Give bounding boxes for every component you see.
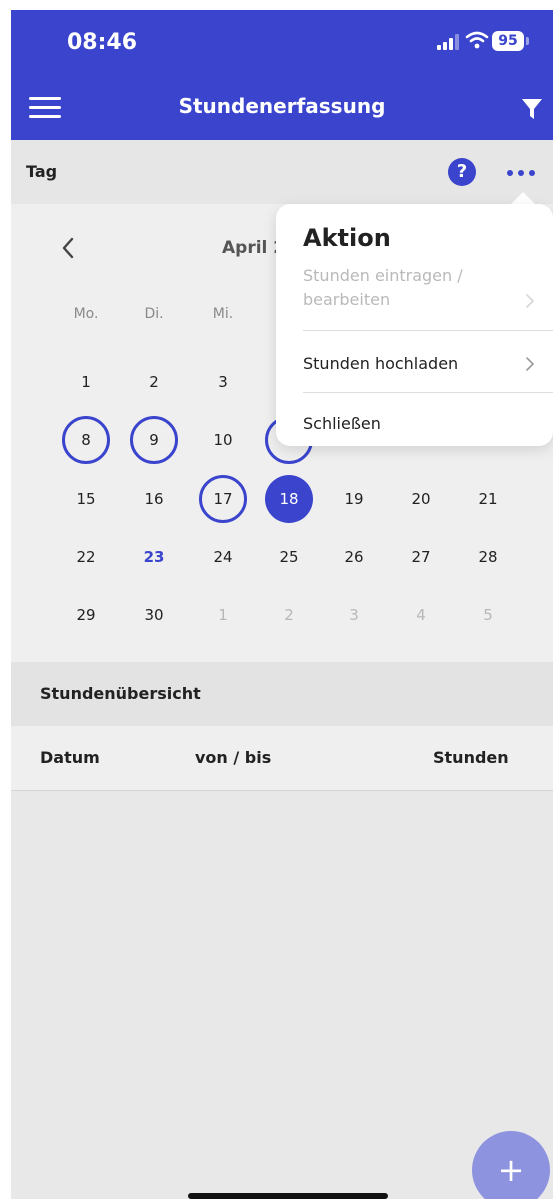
summary-section-header: Stundenübersicht [11,662,553,726]
calendar-day[interactable]: 3 [330,591,378,639]
column-range: von / bis [195,748,272,767]
action-popover: Aktion Stunden eintragen / bearbeiten St… [276,204,553,446]
view-mode-label[interactable]: Tag [26,162,57,181]
divider [303,392,553,393]
calendar-day[interactable]: 1 [199,591,247,639]
menu-item-upload-hours[interactable]: Stunden hochladen [303,352,513,376]
calendar-day[interactable]: 16 [130,475,178,523]
nav-bar: Stundenerfassung [11,74,553,140]
calendar-day[interactable]: 30 [130,591,178,639]
chevron-right-icon [526,357,535,371]
status-time: 08:46 [67,30,138,55]
table-header: Datum von / bis Stunden [11,726,553,791]
chevron-right-icon [526,294,535,308]
weekday-label: Di. [144,306,164,322]
chevron-left-icon[interactable] [61,236,75,260]
calendar-day[interactable]: 25 [265,533,313,581]
calendar-day[interactable]: 17 [199,475,247,523]
calendar-day[interactable]: 8 [62,416,110,464]
table-body [11,791,553,1199]
filter-icon[interactable] [521,98,543,120]
calendar-day[interactable]: 20 [397,475,445,523]
menu-item-close[interactable]: Schließen [303,412,513,436]
calendar-day[interactable]: 26 [330,533,378,581]
calendar-day[interactable]: 1 [62,358,110,406]
calendar-day[interactable]: 19 [330,475,378,523]
calendar-day[interactable]: 27 [397,533,445,581]
calendar-day[interactable]: 3 [199,358,247,406]
more-options-icon[interactable] [507,170,535,176]
help-icon[interactable]: ? [448,158,476,186]
calendar-day[interactable]: 2 [265,591,313,639]
popover-title: Aktion [303,224,391,252]
status-bar: 08:46 95 [11,10,553,74]
calendar-day[interactable]: 28 [464,533,512,581]
calendar-day[interactable]: 9 [130,416,178,464]
calendar-day[interactable]: 15 [62,475,110,523]
calendar-day[interactable]: 4 [397,591,445,639]
calendar-day[interactable]: 22 [62,533,110,581]
app-screen: 08:46 95 Stundenerfassung Tag ? April 2 … [11,10,553,1199]
column-hours: Stunden [433,748,509,767]
view-mode-bar: Tag ? [11,140,553,204]
calendar-day[interactable]: 18 [265,475,313,523]
divider [303,330,553,331]
home-indicator [188,1193,388,1199]
calendar-day[interactable]: 21 [464,475,512,523]
signal-icon [437,34,459,50]
calendar-day[interactable]: 2 [130,358,178,406]
battery-tip [526,37,529,45]
menu-item-edit-hours[interactable]: Stunden eintragen / bearbeiten [303,264,513,312]
calendar-day[interactable]: 23 [130,533,178,581]
weekday-label: Mo. [73,306,99,322]
battery-icon: 95 [492,31,524,51]
page-title: Stundenerfassung [178,94,386,118]
wifi-icon [465,31,489,49]
calendar-day[interactable]: 24 [199,533,247,581]
column-date: Datum [40,748,100,767]
calendar-day[interactable]: 29 [62,591,110,639]
add-entry-button[interactable]: + [472,1131,550,1199]
summary-title: Stundenübersicht [40,684,201,703]
weekday-label: Mi. [212,306,234,322]
popover-caret [511,192,535,204]
calendar-day[interactable]: 10 [199,416,247,464]
calendar-day[interactable]: 5 [464,591,512,639]
